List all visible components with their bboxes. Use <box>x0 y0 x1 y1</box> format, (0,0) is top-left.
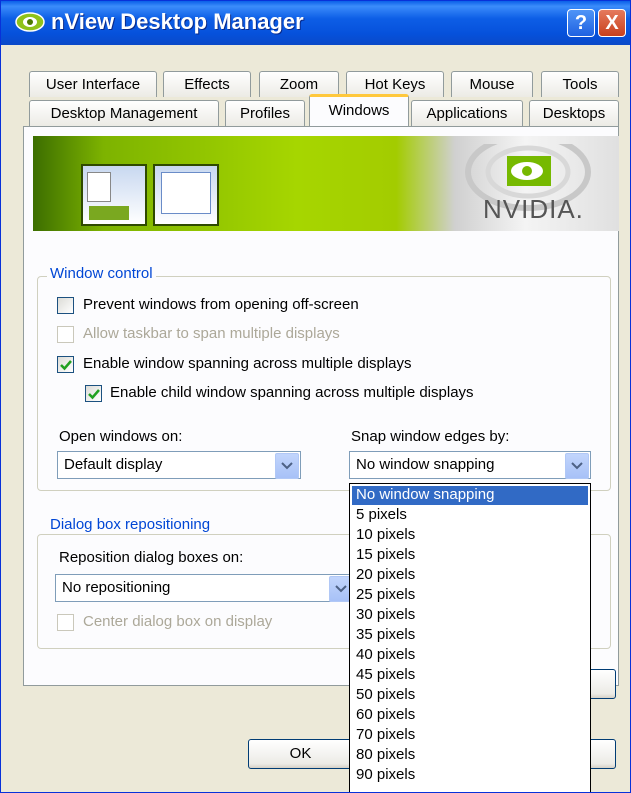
tab-tools[interactable]: Tools <box>541 71 619 97</box>
window-title: nView Desktop Manager <box>51 9 304 34</box>
nview-window: nView Desktop Manager ? X User Interface… <box>0 0 631 793</box>
tab-desktops[interactable]: Desktops <box>529 100 619 126</box>
dropdown-option[interactable]: 25 pixels <box>352 586 588 605</box>
open-windows-select[interactable]: Default display <box>57 451 301 479</box>
dropdown-option[interactable]: 90 pixels <box>352 766 588 785</box>
dropdown-option[interactable]: 60 pixels <box>352 706 588 725</box>
dropdown-option[interactable]: 15 pixels <box>352 546 588 565</box>
dialog-repositioning-legend: Dialog box repositioning <box>47 516 214 533</box>
child-spanning-checkbox[interactable] <box>85 385 102 402</box>
nvidia-wordmark: NVIDIA. <box>483 194 584 224</box>
help-button[interactable]: ? <box>567 9 595 37</box>
taskbar-span-checkbox[interactable] <box>57 326 74 343</box>
taskbar-span-label: Allow taskbar to span multiple displays <box>83 325 340 342</box>
open-windows-label: Open windows on: <box>59 428 183 445</box>
dropdown-option[interactable]: 80 pixels <box>352 746 588 765</box>
window-spanning-checkbox[interactable] <box>57 356 74 373</box>
nvidia-logo: NVIDIA. <box>453 136 603 228</box>
dropdown-option[interactable]: 35 pixels <box>352 626 588 645</box>
dropdown-option[interactable]: 20 pixels <box>352 566 588 585</box>
snap-edges-label: Snap window edges by: <box>351 428 510 445</box>
tab-windows[interactable]: Windows <box>309 94 409 126</box>
reposition-select[interactable]: No repositioning <box>55 574 355 602</box>
window-thumbnail-icon <box>153 164 219 226</box>
snap-edges-select[interactable]: No window snapping <box>349 451 591 479</box>
chevron-down-icon[interactable] <box>275 453 299 479</box>
prevent-offscreen-label: Prevent windows from opening off-screen <box>83 296 359 313</box>
child-spanning-label: Enable child window spanning across mult… <box>110 384 474 401</box>
snap-edges-value: No window snapping <box>356 456 495 473</box>
dropdown-option[interactable]: 50 pixels <box>352 686 588 705</box>
ok-button[interactable]: OK <box>248 739 353 769</box>
dropdown-option[interactable]: 40 pixels <box>352 646 588 665</box>
tab-applications[interactable]: Applications <box>411 100 523 126</box>
dropdown-option[interactable]: 30 pixels <box>352 606 588 625</box>
dropdown-option[interactable]: No window snapping <box>352 486 588 505</box>
center-dialog-checkbox[interactable] <box>57 614 74 631</box>
dropdown-option[interactable]: 10 pixels <box>352 526 588 545</box>
reposition-label: Reposition dialog boxes on: <box>59 549 244 566</box>
snap-dropdown-list[interactable]: No window snapping 5 pixels 10 pixels 15… <box>349 483 591 792</box>
nvidia-eye-icon <box>15 11 45 33</box>
tab-profiles[interactable]: Profiles <box>225 100 305 126</box>
checkmark-icon <box>60 360 72 371</box>
chevron-down-icon[interactable] <box>565 453 589 479</box>
dropdown-option[interactable]: 45 pixels <box>352 666 588 685</box>
title-bar[interactable]: nView Desktop Manager ? X <box>1 1 630 45</box>
tab-desktop-management[interactable]: Desktop Management <box>29 100 219 126</box>
close-button[interactable]: X <box>598 9 626 37</box>
tab-mouse[interactable]: Mouse <box>451 71 533 97</box>
checkmark-icon <box>88 389 100 400</box>
prevent-offscreen-checkbox[interactable] <box>57 297 74 314</box>
tab-user-interface[interactable]: User Interface <box>29 71 157 97</box>
window-thumbnail-icon <box>81 164 147 226</box>
open-windows-value: Default display <box>64 456 163 473</box>
center-dialog-label: Center dialog box on display <box>83 613 273 630</box>
window-spanning-label: Enable window spanning across multiple d… <box>83 355 412 372</box>
nvidia-banner: NVIDIA. <box>33 136 619 231</box>
dropdown-option[interactable]: 70 pixels <box>352 726 588 745</box>
tab-effects[interactable]: Effects <box>163 71 251 97</box>
dropdown-option[interactable]: 5 pixels <box>352 506 588 525</box>
reposition-value: No repositioning <box>62 579 171 596</box>
window-control-legend: Window control <box>47 265 156 282</box>
